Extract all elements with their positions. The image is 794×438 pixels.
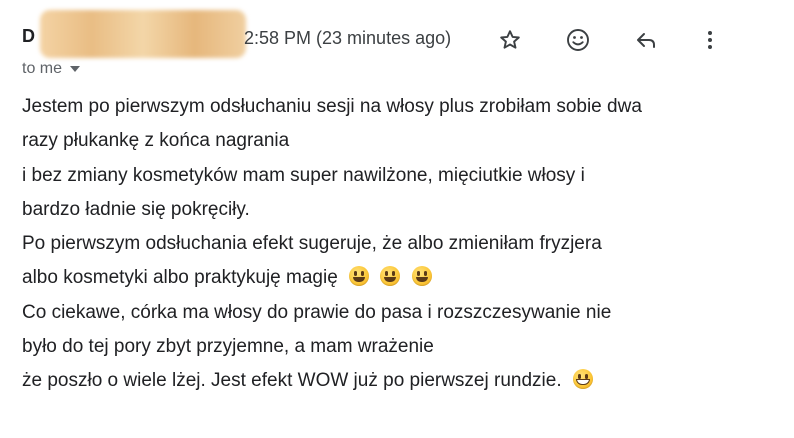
message-line: albo kosmetyki albo praktykuję magię [22, 261, 782, 295]
message-line: Po pierwszym odsłuchania efekt sugeruje,… [22, 233, 602, 255]
grinning-face-with-smiling-eyes-emoji [572, 369, 593, 390]
message-line: bardzo ładnie się pokręciły. [22, 198, 250, 220]
add-reaction-button[interactable] [562, 24, 594, 56]
message-body: Jestem po pierwszym odsłuchaniu sesji na… [22, 90, 782, 399]
recipients-label: to me [22, 60, 63, 77]
email-header: D 2:58 PM (23 minutes ago) to me [0, 0, 794, 92]
grinning-face-emoji [380, 266, 401, 287]
message-line: Jestem po pierwszym odsłuchaniu sesji na… [22, 96, 642, 117]
more-vert-icon [698, 28, 722, 52]
message-line: było do tej pory zbyt przyjemne, a mam w… [22, 336, 434, 358]
message-timestamp: 2:58 PM (23 minutes ago) [244, 28, 452, 48]
more-options-button[interactable] [694, 24, 726, 56]
recipients-toggle[interactable]: to me [22, 60, 81, 78]
message-line: że poszło o wiele lżej. Jest efekt WOW j… [22, 364, 782, 398]
reply-button[interactable] [630, 24, 662, 56]
reply-icon [634, 28, 658, 52]
message-line: Co ciekawe, córka ma włosy do prawie do … [22, 301, 612, 323]
message-line: razy płukankę z końca nagrania [22, 130, 290, 152]
grinning-face-emoji [349, 266, 370, 287]
smiley-icon [565, 27, 591, 53]
grinning-face-emoji [411, 266, 432, 287]
message-line: i bez zmiany kosmetyków mam super nawilż… [22, 164, 585, 186]
star-icon [498, 28, 522, 52]
chevron-down-icon [70, 66, 81, 72]
sender-redaction [40, 10, 246, 58]
star-button[interactable] [494, 24, 526, 56]
sender-name[interactable]: D [22, 26, 35, 47]
